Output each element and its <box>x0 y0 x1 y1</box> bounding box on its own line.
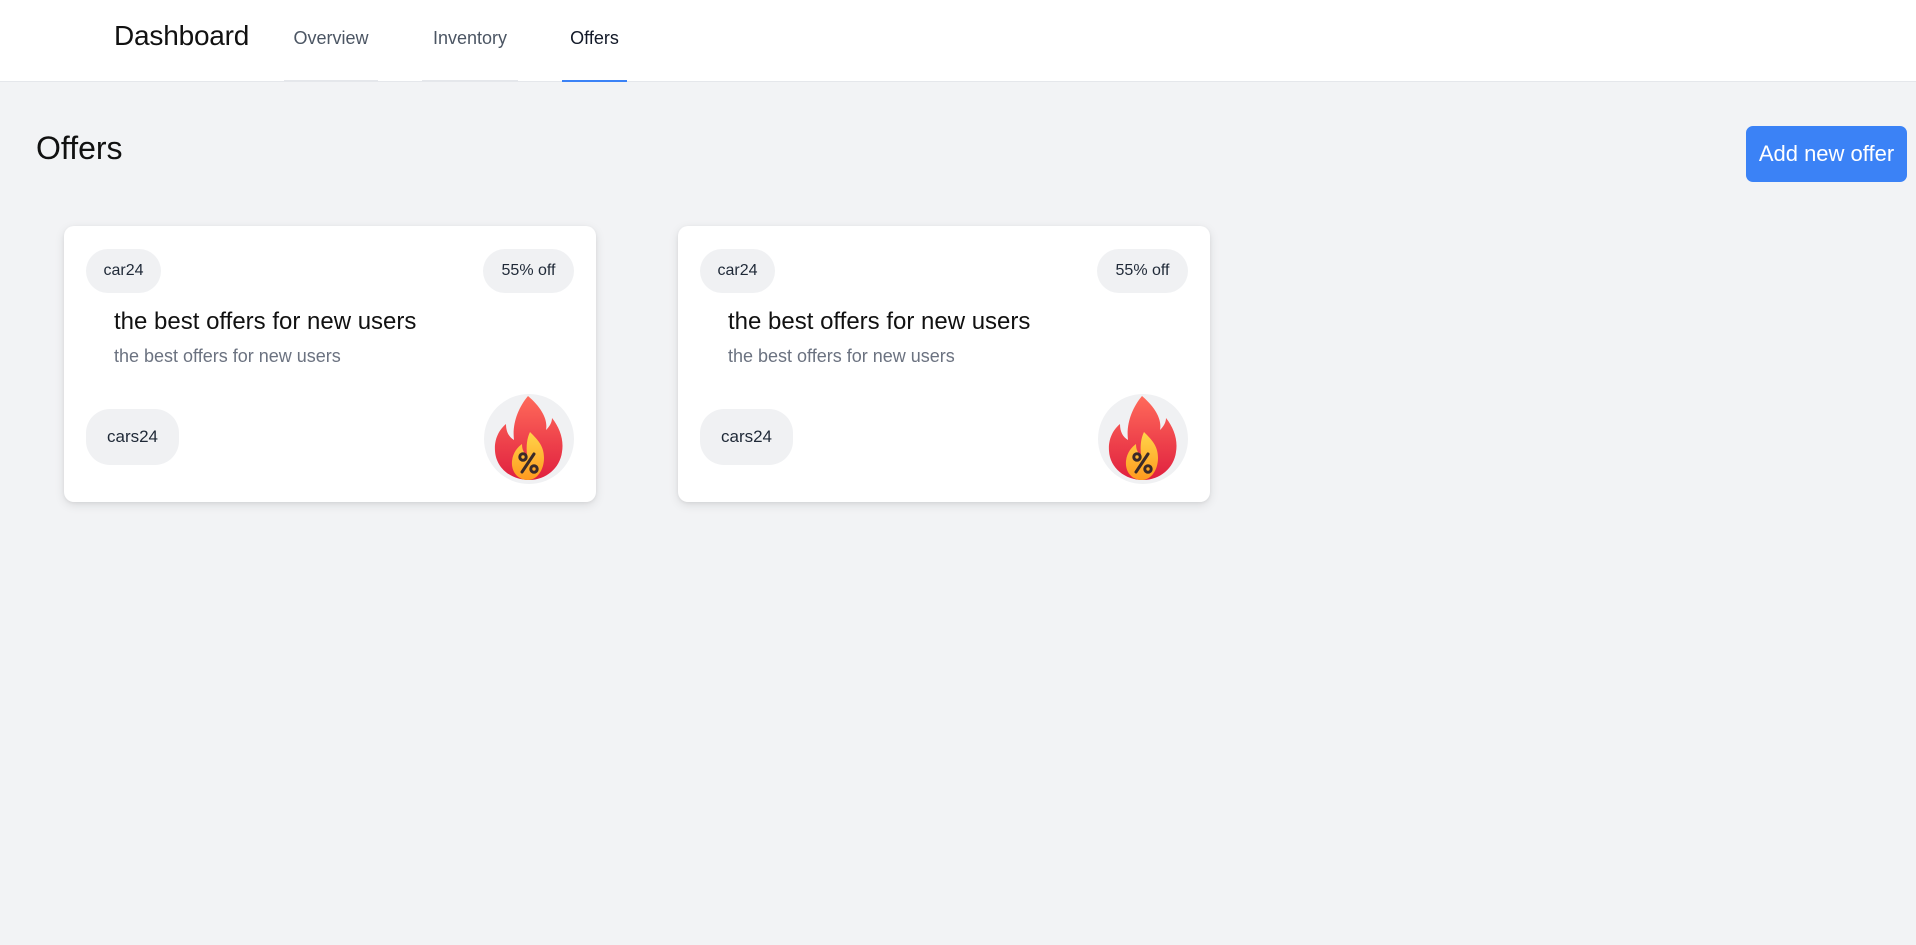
offer-tag: cars24 <box>86 409 179 465</box>
offer-card[interactable]: car24 55% off the best offers for new us… <box>64 226 596 502</box>
top-navbar: Dashboard Overview Inventory Offers <box>0 0 1916 82</box>
offer-description: the best offers for new users <box>728 346 955 366</box>
offer-title: the best offers for new users <box>114 308 417 335</box>
offer-title: the best offers for new users <box>728 308 1031 335</box>
offer-description: the best offers for new users <box>114 346 341 366</box>
brand-badge: car24 <box>700 249 775 293</box>
fire-percent-icon <box>1098 394 1188 484</box>
page-title: Offers <box>36 130 123 166</box>
offer-tag: cars24 <box>700 409 793 465</box>
add-new-offer-button[interactable]: Add new offer <box>1746 126 1907 182</box>
tab-inventory[interactable]: Inventory <box>422 0 518 82</box>
discount-badge: 55% off <box>1097 249 1188 293</box>
tab-overview[interactable]: Overview <box>284 0 378 82</box>
brand-title[interactable]: Dashboard <box>114 20 249 52</box>
discount-badge: 55% off <box>483 249 574 293</box>
offer-card[interactable]: car24 55% off the best offers for new us… <box>678 226 1210 502</box>
tab-offers[interactable]: Offers <box>562 0 627 82</box>
brand-badge: car24 <box>86 249 161 293</box>
fire-percent-icon <box>484 394 574 484</box>
